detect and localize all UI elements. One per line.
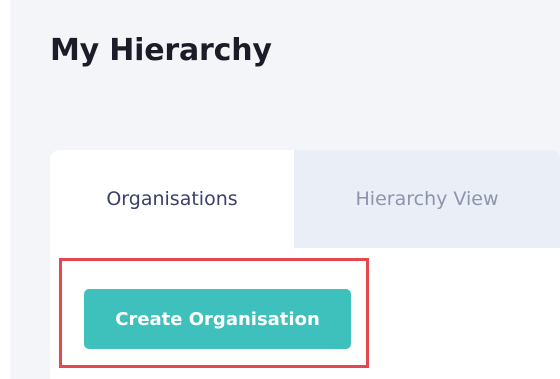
tabs-bar: Organisations Hierarchy View [50, 150, 560, 248]
page-left-edge [0, 0, 10, 379]
create-organisation-button[interactable]: Create Organisation [84, 289, 351, 349]
tab-hierarchy-view[interactable]: Hierarchy View [294, 150, 560, 248]
page-title: My Hierarchy [50, 33, 272, 68]
tab-organisations-label: Organisations [106, 188, 238, 210]
tab-organisations[interactable]: Organisations [50, 150, 294, 248]
tab-hierarchy-view-label: Hierarchy View [355, 188, 499, 210]
